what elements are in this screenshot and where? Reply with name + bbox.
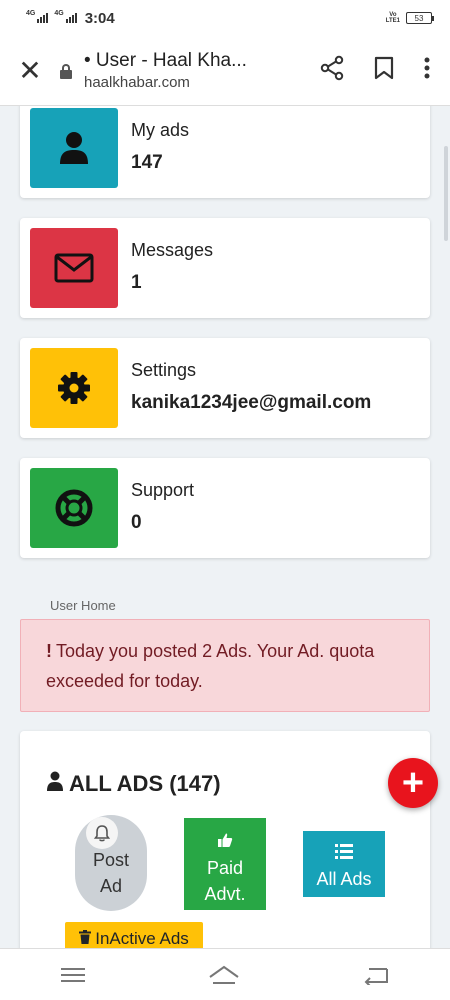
system-nav-bar [0,948,450,1000]
status-bar: 4G 4G 3:04 Vo LTE1 53 [0,0,450,36]
envelope-icon [30,228,118,308]
all-ads-label: All Ads [316,869,372,889]
all-ads-button[interactable]: All Ads [303,831,385,897]
stat-label: Messages [131,240,214,260]
gear-icon [30,348,118,428]
stat-label: My ads [131,120,190,140]
inactive-ads-button[interactable]: InActive Ads [65,922,203,948]
menu-icon[interactable] [61,967,86,983]
back-icon[interactable] [363,965,389,985]
quota-alert: ! Today you posted 2 Ads. Your Ad. quota … [20,619,430,712]
all-ads-card: ALL ADS (147) Post Ad Paid Advt. All Ads [20,731,430,948]
lifebuoy-icon [30,468,118,548]
my-ads-card[interactable]: My ads 147 [20,106,430,198]
exclamation-icon: ! [46,641,52,661]
post-ad-label-1: Post [92,850,130,870]
page-title: • User - Haal Kha... [84,50,247,71]
paid-advt-label-2: Advt. [204,884,246,904]
stat-value: 0 [131,512,142,533]
clock: 3:04 [84,9,115,27]
page-domain: haalkhabar.com [84,74,190,91]
messages-card[interactable]: Messages 1 [20,218,430,318]
signal-icon: 4G [26,10,49,23]
share-icon[interactable] [320,55,344,86]
list-icon [335,840,353,866]
post-ad-button[interactable]: Post Ad [75,815,147,911]
stat-value: 147 [131,152,163,173]
inactive-ads-label: InActive Ads [95,929,189,948]
paid-advt-label-1: Paid [206,858,244,878]
stat-label: Support [131,480,195,500]
close-icon[interactable]: ✕ [0,54,60,87]
paid-advt-button[interactable]: Paid Advt. [184,818,266,910]
stat-label: Settings [131,360,197,380]
browser-toolbar: ✕ • User - Haal Kha... haalkhabar.com [0,36,450,106]
url-area[interactable]: • User - Haal Kha... haalkhabar.com [84,50,320,91]
all-ads-title: ALL ADS (147) [47,771,221,797]
trash-icon [79,926,92,948]
more-menu-icon[interactable] [424,57,430,84]
stat-value: kanika1234jee@gmail.com [131,392,372,413]
support-card[interactable]: Support 0 [20,458,430,558]
plus-icon: + [401,761,425,804]
post-ad-label-2: Ad [99,876,123,896]
volte-indicator: Vo LTE1 [385,12,400,24]
stat-value: 1 [131,272,142,293]
add-fab-button[interactable]: + [388,758,438,808]
page-content: My ads 147 Messages 1 Settings kanika123… [0,106,450,948]
lock-icon [60,63,72,79]
scrollbar[interactable] [444,146,448,241]
settings-card[interactable]: Settings kanika1234jee@gmail.com [20,338,430,438]
network-type-1: 4G [26,10,36,17]
bell-icon [86,817,118,849]
user-icon [47,771,63,797]
thumbs-up-icon [217,829,233,855]
network-type-2: 4G [54,10,64,17]
home-icon[interactable] [208,965,240,985]
signal-icon-2: 4G [54,10,77,23]
breadcrumb[interactable]: User Home [50,598,116,613]
user-icon [30,108,118,188]
all-ads-heading: ALL ADS (147) [69,771,221,796]
battery-icon: 53 [406,12,434,24]
battery-level: 53 [414,13,424,23]
bookmark-icon[interactable] [374,56,394,85]
alert-text: Today you posted 2 Ads. Your Ad. quota e… [46,641,375,691]
